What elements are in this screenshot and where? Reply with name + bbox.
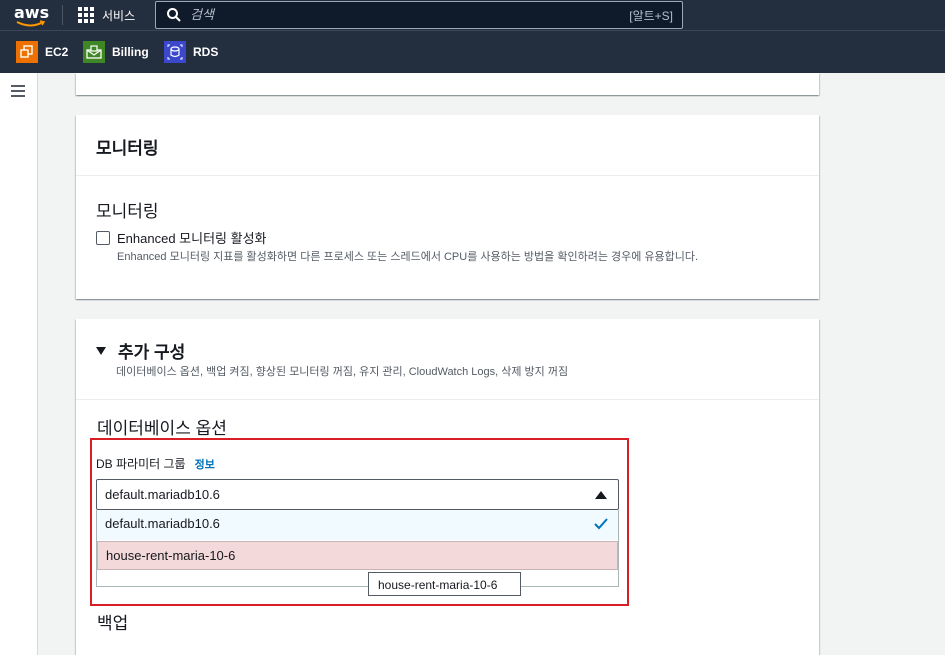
search-shortcut-hint: [알트+S] — [629, 8, 673, 23]
services-menu-button[interactable]: 서비스 — [78, 4, 135, 26]
db-parameter-group-select[interactable]: default.mariadb10.6 — [96, 479, 619, 510]
enhanced-monitoring-label[interactable]: Enhanced 모니터링 활성화 — [117, 228, 267, 247]
enhanced-monitoring-row: Enhanced 모니터링 활성화 — [96, 228, 267, 247]
additional-config-toggle[interactable]: 추가 구성 — [96, 338, 185, 363]
option-label: default.mariadb10.6 — [105, 516, 220, 531]
services-label: 서비스 — [102, 8, 136, 23]
check-icon — [594, 518, 608, 530]
db-parameter-group-dropdown: default.mariadb10.6 house-rent-maria-10-… — [96, 510, 619, 587]
favorites-bar: EC2 Billing RDS — [0, 30, 945, 73]
info-link[interactable]: 정보 — [195, 456, 215, 472]
billing-icon — [83, 41, 105, 63]
search-box[interactable]: [알트+S] — [155, 1, 683, 29]
enhanced-monitoring-checkbox[interactable] — [96, 231, 110, 245]
search-input[interactable] — [190, 7, 630, 23]
section-divider — [76, 399, 819, 400]
additional-config-description: 데이터베이스 옵션, 백업 켜짐, 향상된 모니터링 꺼짐, 유지 관리, Cl… — [116, 366, 569, 378]
db-parameter-group-label-row: DB 파라미터 그룹 정보 — [96, 455, 215, 472]
monitoring-subheader: 모니터링 — [96, 202, 159, 221]
enhanced-monitoring-description: Enhanced 모니터링 지표를 활성화하면 다른 프로세스 또는 스레드에서… — [117, 251, 699, 263]
favorite-billing-label: Billing — [112, 45, 149, 59]
ec2-icon — [16, 41, 38, 63]
backup-heading: 백업 — [97, 614, 129, 633]
top-nav-bar: aws 서비스 [알트+S] — [0, 0, 945, 30]
previous-panel — [76, 73, 819, 95]
nav-divider — [62, 5, 63, 25]
caret-down-icon — [96, 346, 106, 355]
db-parameter-group-label: DB 파라미터 그룹 — [96, 457, 186, 471]
favorite-rds[interactable]: RDS — [164, 41, 218, 63]
favorite-billing[interactable]: Billing — [83, 41, 149, 63]
favorite-rds-label: RDS — [193, 45, 219, 59]
dropdown-option-house-rent[interactable]: house-rent-maria-10-6 — [97, 541, 618, 570]
grid-icon — [78, 7, 94, 23]
menu-hamburger-icon[interactable] — [11, 85, 25, 97]
favorite-ec2-label: EC2 — [45, 45, 69, 59]
dropdown-option-default[interactable]: default.mariadb10.6 — [97, 510, 618, 540]
aws-smile-icon — [16, 20, 46, 27]
aws-logo[interactable]: aws — [14, 2, 50, 28]
database-options-heading: 데이터베이스 옵션 — [97, 419, 227, 438]
option-label: house-rent-maria-10-6 — [106, 548, 236, 563]
rds-icon — [164, 41, 186, 63]
monitoring-panel-header: 모니터링 — [76, 115, 819, 176]
caret-up-icon — [595, 491, 607, 499]
monitoring-panel: 모니터링 모니터링 Enhanced 모니터링 활성화 Enhanced 모니터… — [76, 115, 819, 299]
favorite-ec2[interactable]: EC2 — [16, 41, 68, 63]
additional-config-title: 추가 구성 — [118, 343, 186, 362]
select-current-value: default.mariadb10.6 — [105, 487, 220, 502]
search-icon — [167, 8, 181, 22]
side-nav-rail — [0, 73, 38, 655]
option-tooltip: house-rent-maria-10-6 — [368, 572, 521, 596]
